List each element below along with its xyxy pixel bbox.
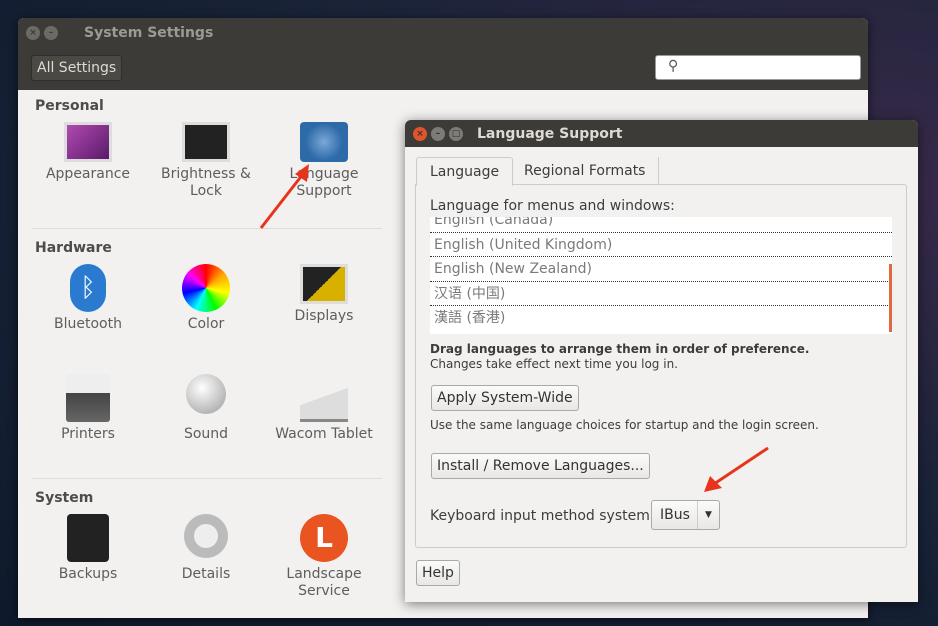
keyboard-input-value: IBus xyxy=(660,507,690,523)
displays-label: Displays xyxy=(294,308,354,324)
annotation-arrow xyxy=(259,164,309,229)
help-button[interactable]: Help xyxy=(416,560,460,586)
language-list[interactable]: English (Canada) English (United Kingdom… xyxy=(430,217,892,334)
list-item[interactable]: 漢語 (香港) xyxy=(430,306,892,331)
search-input[interactable]: ⚲ xyxy=(655,55,861,80)
all-settings-button[interactable]: All Settings xyxy=(31,55,123,81)
landscape-label-2: Service xyxy=(298,583,350,599)
section-hardware: Hardware xyxy=(35,240,112,256)
wacom-label: Wacom Tablet xyxy=(275,426,373,442)
bluetooth-icon: ᛒ xyxy=(70,264,106,312)
keyboard-input-select[interactable]: IBus ▼ xyxy=(651,500,720,530)
appearance-label: Appearance xyxy=(45,166,131,182)
printer-icon xyxy=(66,374,110,422)
section-system: System xyxy=(35,490,94,506)
drag-hint: Drag languages to arrange them in order … xyxy=(430,342,810,356)
divider xyxy=(32,478,382,479)
brightness-label: Brightness & xyxy=(161,166,251,182)
minimize-button[interactable]: – xyxy=(44,26,58,40)
apply-system-wide-button[interactable]: Apply System-Wide xyxy=(431,385,579,411)
safe-icon xyxy=(67,514,109,562)
brightness-lock-item[interactable]: Brightness & Lock xyxy=(151,122,261,200)
annotation-arrow xyxy=(704,446,769,492)
bluetooth-label: Bluetooth xyxy=(54,316,122,332)
list-item[interactable]: English (New Zealand) xyxy=(430,257,892,282)
appearance-item[interactable]: Appearance xyxy=(33,122,143,183)
sound-label: Sound xyxy=(183,426,229,442)
backups-label: Backups xyxy=(58,566,118,582)
install-remove-languages-button[interactable]: Install / Remove Languages... xyxy=(431,453,650,479)
displays-icon xyxy=(300,264,348,304)
keyboard-input-label: Keyboard input method system: xyxy=(430,508,655,524)
printers-item[interactable]: Printers xyxy=(33,374,143,443)
changes-hint: Changes take effect next time you log in… xyxy=(430,357,678,371)
landscape-label: Landscape xyxy=(286,566,362,582)
list-label: Language for menus and windows: xyxy=(430,198,675,214)
appearance-icon xyxy=(64,122,112,162)
maximize-button[interactable]: □ xyxy=(449,126,463,141)
tablet-icon xyxy=(300,374,348,422)
language-support-dialog: × – □ Language Support Language Regional… xyxy=(405,120,918,602)
toolbar: All Settings ⚲ xyxy=(18,48,868,90)
dialog-title: Language Support xyxy=(477,125,623,142)
details-label: Details xyxy=(181,566,231,582)
language-flag-icon xyxy=(300,122,348,162)
list-item[interactable]: English (United Kingdom) xyxy=(430,233,892,257)
displays-item[interactable]: Displays xyxy=(269,264,379,325)
details-item[interactable]: Details xyxy=(151,514,261,583)
window-title: System Settings xyxy=(84,25,214,41)
backups-item[interactable]: Backups xyxy=(33,514,143,583)
apply-hint: Use the same language choices for startu… xyxy=(430,418,819,432)
landscape-icon: L xyxy=(300,514,348,562)
sound-item[interactable]: Sound xyxy=(151,374,261,443)
tab-language[interactable]: Language xyxy=(416,157,514,186)
tab-regional-formats[interactable]: Regional Formats xyxy=(511,157,660,185)
lock-icon xyxy=(182,122,230,162)
section-personal: Personal xyxy=(35,98,104,114)
color-item[interactable]: Color xyxy=(151,264,261,333)
speaker-icon xyxy=(186,374,226,414)
dialog-title-bar: × – □ Language Support xyxy=(405,120,918,147)
printers-label: Printers xyxy=(61,426,115,442)
gear-icon xyxy=(184,514,228,558)
chevron-down-icon: ▼ xyxy=(697,501,719,529)
list-item[interactable]: 汉语 (中国) xyxy=(430,282,892,306)
color-wheel-icon xyxy=(182,264,230,312)
landscape-service-item[interactable]: L Landscape Service xyxy=(269,514,379,600)
close-button[interactable]: × xyxy=(26,26,40,40)
title-bar: × – System Settings xyxy=(18,18,868,48)
bluetooth-item[interactable]: ᛒ Bluetooth xyxy=(33,264,143,333)
divider xyxy=(32,228,382,229)
scrollbar[interactable] xyxy=(889,264,892,332)
list-item[interactable]: English (Canada) xyxy=(430,217,892,233)
close-button[interactable]: × xyxy=(413,126,427,141)
search-icon: ⚲ xyxy=(668,58,679,74)
minimize-button[interactable]: – xyxy=(431,126,445,141)
wacom-tablet-item[interactable]: Wacom Tablet xyxy=(269,374,379,443)
brightness-label-2: Lock xyxy=(190,183,222,199)
color-label: Color xyxy=(187,316,225,332)
